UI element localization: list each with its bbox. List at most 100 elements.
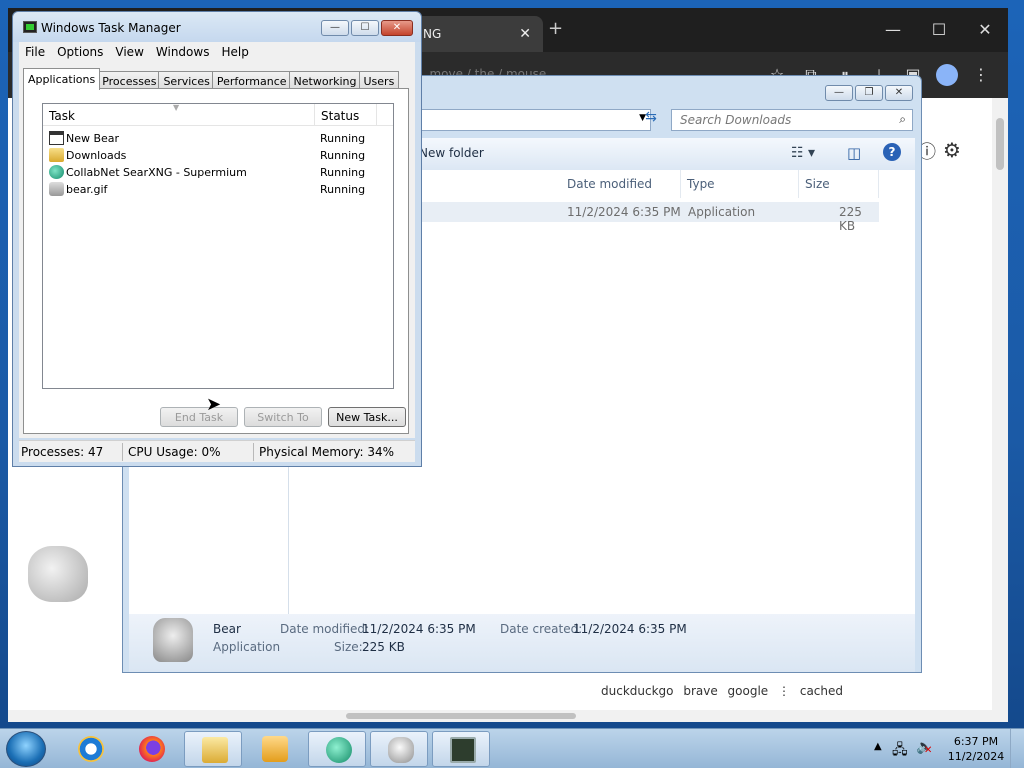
restore-button[interactable]: ❐ — [855, 85, 883, 101]
browser-tab[interactable]: NG ✕ — [413, 16, 543, 52]
column-task[interactable]: Task ▼ — [43, 103, 315, 126]
column-status[interactable]: Status — [315, 104, 377, 126]
window-controls: — ☐ ✕ — [319, 19, 413, 36]
start-button[interactable] — [6, 731, 46, 767]
view-options-icon[interactable]: ☷ ▾ — [791, 145, 815, 161]
task-name: bear.gif — [66, 183, 108, 196]
task-row[interactable]: bear.gif Running — [47, 181, 387, 198]
new-folder-button[interactable]: New folder — [419, 146, 484, 160]
link-google[interactable]: google — [728, 684, 769, 698]
details-name: Bear — [213, 622, 241, 636]
media-player-icon — [262, 736, 288, 762]
taskbar-internet-explorer[interactable] — [61, 731, 119, 767]
details-date-created-label: Date created: — [500, 622, 583, 636]
vertical-scrollbar[interactable] — [992, 98, 1008, 722]
close-button[interactable]: ✕ — [885, 85, 913, 101]
preview-pane-icon[interactable]: ◫ — [847, 144, 861, 162]
minimize-button[interactable]: — — [321, 20, 349, 36]
tab-applications[interactable]: Applications — [23, 68, 101, 90]
minimize-button[interactable]: — — [870, 8, 916, 52]
task-row[interactable]: New Bear Running — [47, 130, 387, 147]
task-manager-titlebar[interactable]: Windows Task Manager — ☐ ✕ — [13, 12, 421, 42]
maximize-button[interactable]: ☐ — [351, 20, 379, 36]
search-icon[interactable]: ⌕ — [899, 112, 906, 127]
network-icon[interactable]: 🖧 — [892, 739, 908, 763]
scrollbar-thumb[interactable] — [996, 118, 1004, 170]
status-divider — [122, 443, 123, 461]
help-icon[interactable]: ? — [883, 143, 901, 161]
task-manager-icon — [450, 737, 476, 763]
profile-icon[interactable] — [930, 64, 964, 86]
system-tray: ▲ 🖧 🔈 ✕ 6:37 PM 11/2/2024 — [864, 729, 1024, 768]
taskbar-media-player[interactable] — [245, 731, 303, 767]
taskbar-new-bear[interactable] — [370, 731, 428, 767]
task-manager-body: Applications Processes Services Performance… — [19, 62, 415, 438]
maximize-button[interactable]: ☐ — [916, 8, 962, 52]
menu-help[interactable]: Help — [215, 42, 254, 59]
task-manager-icon — [23, 21, 37, 33]
menu-view[interactable]: View — [109, 42, 149, 59]
details-size: 225 KB — [362, 640, 405, 654]
gear-icon[interactable]: ⚙ — [943, 138, 961, 162]
refresh-icon[interactable]: ⇆ — [639, 109, 663, 131]
menu-options[interactable]: Options — [51, 42, 109, 59]
hscroll-thumb[interactable] — [346, 713, 576, 719]
bear-image — [28, 546, 88, 602]
column-size[interactable]: Size — [799, 170, 879, 198]
task-row[interactable]: Downloads Running — [47, 147, 387, 164]
firefox-icon — [139, 736, 165, 762]
link-brave[interactable]: brave — [683, 684, 717, 698]
details-pane: Bear Application Date modified: 11/2/202… — [129, 614, 915, 672]
show-hidden-icons-icon[interactable]: ▲ — [874, 741, 882, 752]
details-size-label: Size: — [334, 640, 363, 654]
volume-muted-icon[interactable]: 🔈 ✕ — [916, 739, 933, 756]
task-name: New Bear — [66, 132, 120, 145]
details-date-modified-label: Date modified: — [280, 622, 370, 636]
new-task-button[interactable]: New Task... — [328, 407, 406, 427]
close-button[interactable]: ✕ — [381, 20, 413, 36]
task-status: Running — [320, 166, 366, 179]
menu-bar: File Options View Windows Help — [19, 42, 415, 62]
taskbar-task-manager[interactable] — [432, 731, 490, 767]
column-date-modified[interactable]: Date modified — [561, 170, 681, 198]
new-tab-button[interactable]: + — [548, 18, 563, 39]
horizontal-scrollbar[interactable] — [8, 710, 1008, 722]
tab-strip: Applications Processes Services Performance… — [23, 68, 400, 90]
close-button[interactable]: ✕ — [962, 8, 1008, 52]
tab-close-icon[interactable]: ✕ — [519, 26, 531, 42]
task-list[interactable]: Task ▼ Status New Bear Running Downloads … — [42, 103, 394, 389]
cpu-usage: CPU Usage: 0% — [128, 445, 221, 459]
globe-icon — [49, 165, 64, 179]
show-desktop-button[interactable] — [1010, 729, 1024, 768]
taskbar: ▲ 🖧 🔈 ✕ 6:37 PM 11/2/2024 — [0, 728, 1024, 768]
sort-arrow-icon: ▼ — [173, 103, 180, 112]
details-date-modified: 11/2/2024 6:35 PM — [362, 622, 476, 636]
clock[interactable]: 6:37 PM 11/2/2024 — [944, 734, 1008, 764]
link-cached[interactable]: cached — [800, 684, 843, 698]
folder-icon — [202, 737, 228, 763]
column-status-label: Status — [321, 109, 360, 123]
task-list-header: Task ▼ Status — [43, 103, 393, 126]
file-type: Application — [688, 205, 756, 219]
physical-memory: Physical Memory: 34% — [259, 445, 395, 459]
menu-kebab-icon[interactable]: ⋮ — [964, 65, 998, 84]
menu-file[interactable]: File — [19, 42, 51, 59]
link-duckduckgo[interactable]: duckduckgo — [601, 684, 674, 698]
menu-windows[interactable]: Windows — [150, 42, 216, 59]
bear-icon — [388, 737, 414, 763]
task-status: Running — [320, 149, 366, 162]
taskbar-explorer[interactable] — [184, 731, 242, 767]
minimize-button[interactable]: — — [825, 85, 853, 101]
task-name: Downloads — [66, 149, 127, 162]
file-date: 11/2/2024 6:35 PM — [567, 205, 681, 219]
end-task-button[interactable]: End Task — [160, 407, 238, 427]
task-status: Running — [320, 132, 366, 145]
taskbar-supermium[interactable] — [308, 731, 366, 767]
window-icon — [49, 131, 64, 145]
task-row[interactable]: CollabNet SearXNG - Supermium Running — [47, 164, 387, 181]
search-input[interactable]: Search Downloads ⌕ — [671, 109, 913, 131]
taskbar-firefox[interactable] — [122, 731, 180, 767]
more-icon[interactable]: ⋮ — [778, 684, 790, 698]
switch-to-button[interactable]: Switch To — [244, 407, 322, 427]
column-type[interactable]: Type — [681, 170, 799, 198]
